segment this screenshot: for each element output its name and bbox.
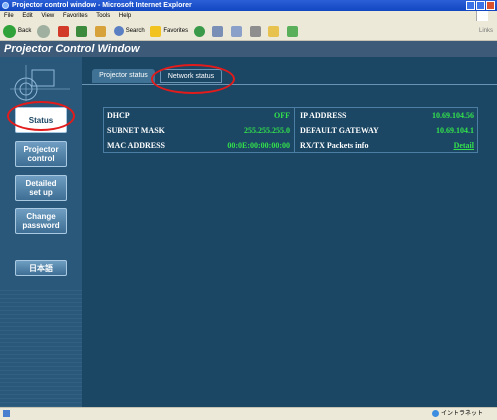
search-button[interactable]: Search: [113, 21, 145, 41]
sidebar-item-language[interactable]: 日本語: [15, 260, 67, 276]
mac-address-value: 00:0E:00:00:00:00: [227, 141, 290, 150]
packets-detail-cell: Detail: [414, 139, 478, 153]
status-bar: イントラネット: [0, 407, 497, 419]
packets-info-label: RX/TX Packets info: [300, 141, 369, 150]
tab-divider: [82, 84, 497, 85]
window-title-bar: Projector control window - Microsoft Int…: [0, 0, 497, 11]
search-icon: [113, 26, 124, 36]
menu-view[interactable]: View: [41, 13, 54, 19]
zone-indicator: イントラネット: [431, 408, 483, 420]
network-status-table: DHCP OFF IP ADDRESS 10.69.104.56 SUBNET …: [103, 107, 478, 153]
links-label[interactable]: Links: [479, 21, 493, 41]
app-title: Projector Control Window: [0, 41, 497, 57]
ip-address-value: 10.69.104.56: [432, 111, 474, 120]
column-divider: [294, 108, 295, 152]
menu-help[interactable]: Help: [119, 13, 131, 19]
close-icon[interactable]: [486, 1, 495, 10]
dhcp-label: DHCP: [107, 111, 130, 120]
menu-edit[interactable]: Edit: [22, 13, 32, 19]
mail-icon: [231, 25, 243, 37]
favorites-button[interactable]: Favorites: [150, 21, 188, 41]
sidebar-item-label: Projector control: [23, 145, 59, 163]
forward-arrow-icon: [37, 24, 51, 38]
back-button[interactable]: Back: [3, 21, 31, 41]
refresh-button[interactable]: [76, 21, 89, 41]
menu-bar: File Edit View Favorites Tools Help: [0, 11, 497, 21]
tab-bar: Projector status Network status: [82, 57, 497, 95]
minimize-icon[interactable]: [466, 1, 475, 10]
detail-link[interactable]: Detail: [454, 141, 474, 150]
print-icon: [249, 25, 261, 37]
star-icon: [150, 25, 162, 37]
sidebar-item-label: Status: [28, 115, 54, 125]
subnet-mask-label: SUBNET MASK: [107, 126, 165, 135]
window-title: Projector control window - Microsoft Int…: [12, 2, 192, 9]
sidebar: Status Projector control Detailed set up…: [0, 57, 82, 407]
maximize-icon[interactable]: [476, 1, 485, 10]
sidebar-item-status[interactable]: Status: [15, 107, 67, 133]
media-icon: [193, 25, 205, 37]
sidebar-item-detailed-setup[interactable]: Detailed set up: [15, 175, 67, 201]
sidebar-item-label: Change password: [22, 212, 60, 230]
app-content: Status Projector control Detailed set up…: [0, 57, 497, 407]
tab-projector-status[interactable]: Projector status: [92, 69, 155, 83]
sidebar-item-label: 日本語: [29, 263, 53, 273]
messenger-button[interactable]: [287, 21, 300, 41]
history-button[interactable]: [212, 21, 225, 41]
menu-tools[interactable]: Tools: [96, 13, 110, 19]
folder-button[interactable]: [268, 21, 281, 41]
window-controls: [466, 1, 495, 10]
sidebar-decoration: [0, 287, 82, 407]
menu-favorites[interactable]: Favorites: [63, 13, 88, 19]
back-arrow-icon: [3, 24, 16, 38]
subnet-mask-value: 255.255.255.0: [244, 126, 290, 135]
stop-button[interactable]: [57, 21, 71, 41]
folder-icon: [268, 25, 280, 37]
page-icon: [3, 410, 10, 417]
menu-file[interactable]: File: [4, 13, 14, 19]
stop-icon: [57, 25, 69, 37]
dhcp-value: OFF: [274, 111, 290, 120]
media-button[interactable]: [193, 21, 207, 41]
print-button[interactable]: [249, 21, 263, 41]
history-icon: [212, 25, 224, 37]
sidebar-item-change-password[interactable]: Change password: [15, 208, 67, 234]
home-button[interactable]: [95, 21, 108, 41]
default-gateway-value: 10.69.104.1: [436, 126, 474, 135]
projector-logo-icon: [10, 65, 70, 101]
ie-logo-icon: [2, 2, 9, 9]
forward-button[interactable]: [37, 21, 52, 41]
sidebar-item-projector-control[interactable]: Projector control: [15, 141, 67, 167]
home-icon: [95, 25, 107, 37]
tab-network-status[interactable]: Network status: [160, 69, 222, 83]
windows-logo-icon: [476, 11, 488, 21]
mail-button[interactable]: [231, 21, 244, 41]
sidebar-item-label: Detailed set up: [25, 179, 57, 197]
intranet-icon: [431, 409, 439, 417]
refresh-icon: [76, 25, 88, 37]
browser-toolbar: Back Search Favorites Links: [0, 21, 497, 41]
messenger-icon: [287, 25, 299, 37]
